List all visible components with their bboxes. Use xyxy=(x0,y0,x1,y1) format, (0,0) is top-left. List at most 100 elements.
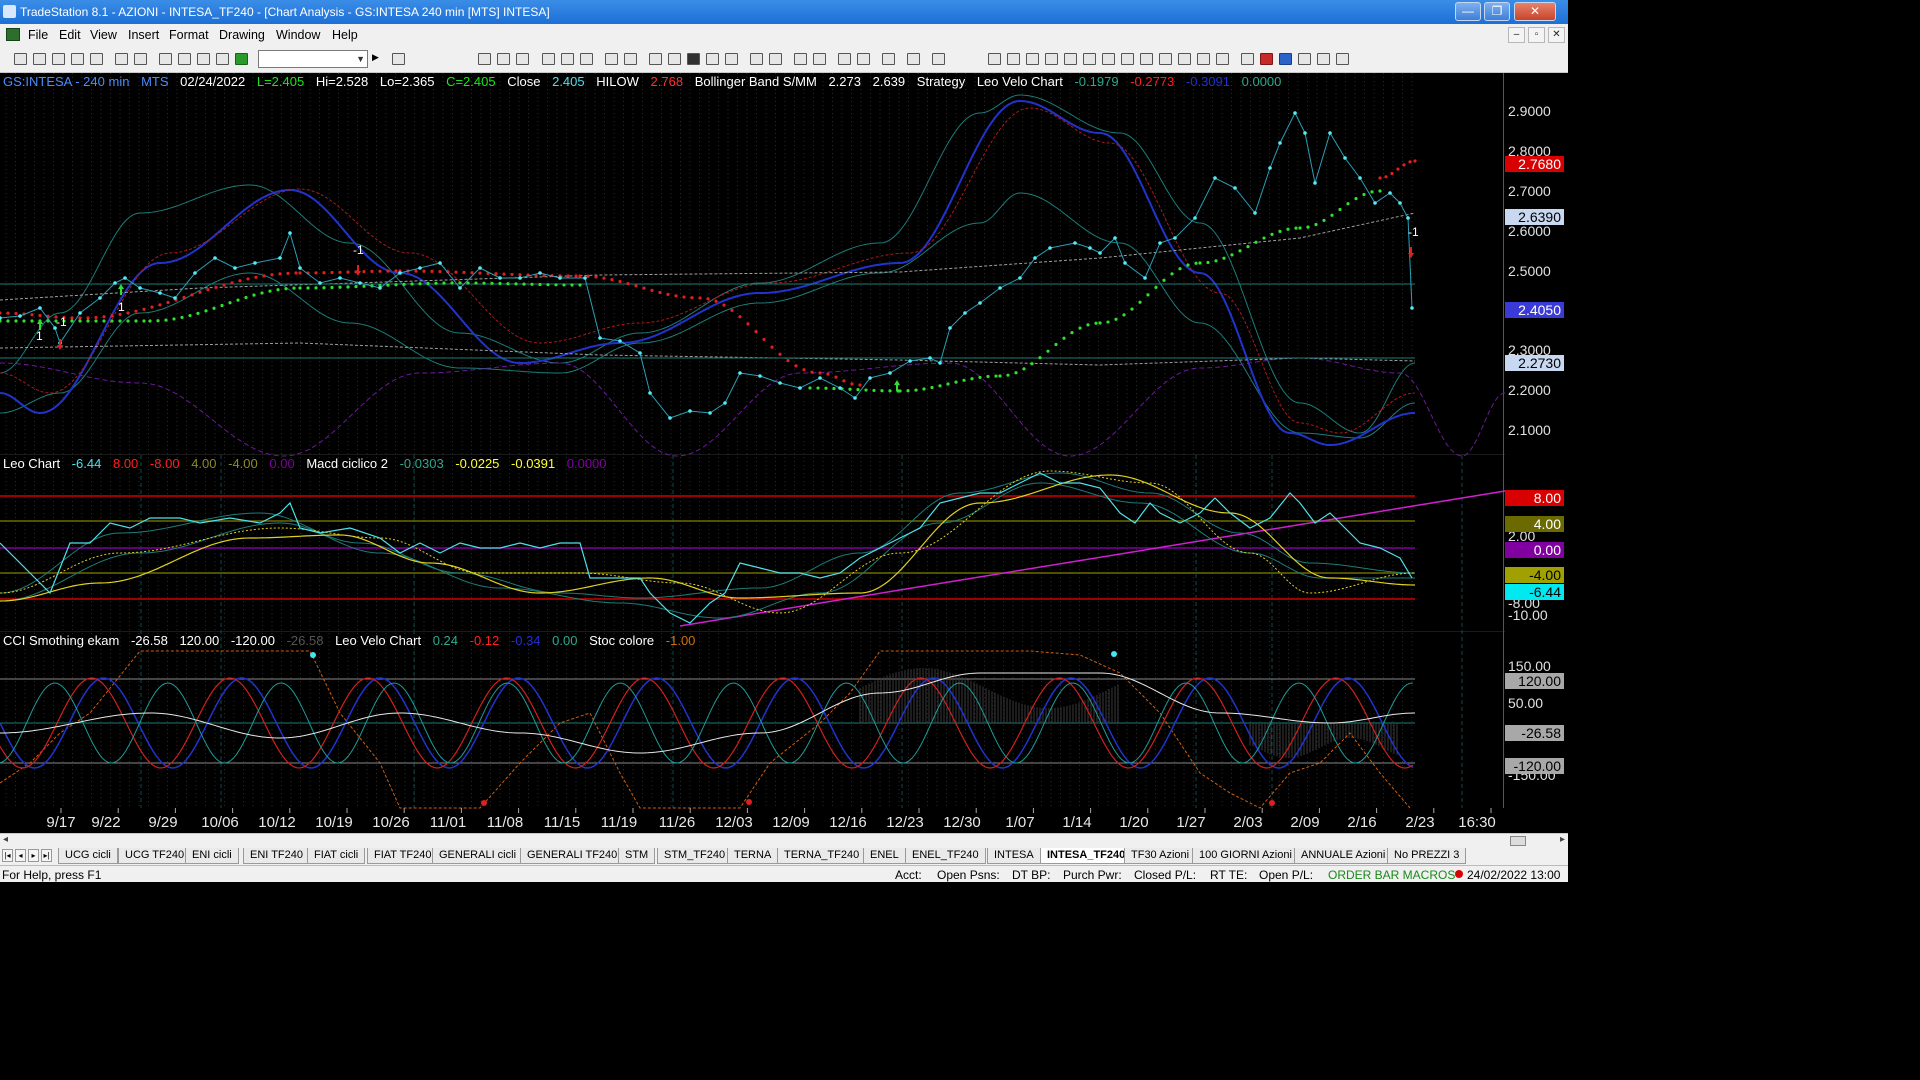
minimize-button[interactable]: — xyxy=(1455,2,1481,21)
print-preview-icon[interactable] xyxy=(115,53,128,65)
tab-enel-tf240[interactable]: ENEL_TF240 xyxy=(905,848,986,864)
chart-bar-icon[interactable] xyxy=(478,53,491,65)
scroll-right-icon[interactable]: ▸ xyxy=(1560,834,1565,845)
vertical-line-icon[interactable] xyxy=(1007,53,1020,65)
tab-stm[interactable]: STM xyxy=(618,848,656,864)
data-tip-icon[interactable] xyxy=(857,53,870,65)
chart-doc-icon[interactable] xyxy=(6,28,20,41)
save-all-icon[interactable] xyxy=(52,53,65,65)
tab-intesa[interactable]: INTESA xyxy=(987,848,1041,864)
gann-icon[interactable] xyxy=(1083,53,1096,65)
tab-next-icon[interactable]: ▸ xyxy=(28,849,39,862)
mdi-minimize-button[interactable]: – xyxy=(1508,27,1525,43)
link-icon[interactable] xyxy=(392,53,405,65)
rectangle-icon[interactable] xyxy=(1317,53,1330,65)
indicator-icon[interactable] xyxy=(649,53,662,65)
open-icon[interactable] xyxy=(33,53,46,65)
freehand-icon[interactable] xyxy=(1216,53,1229,65)
mdi-close-button[interactable]: ✕ xyxy=(1548,27,1565,43)
tab-generali-tf240[interactable]: GENERALI TF240 xyxy=(520,848,625,864)
menu-format[interactable]: Format xyxy=(169,28,209,42)
pointer-icon[interactable] xyxy=(838,53,851,65)
scroll-left-icon[interactable]: ◂ xyxy=(3,834,8,845)
copy-icon[interactable] xyxy=(71,53,84,65)
note-icon[interactable] xyxy=(216,53,229,65)
trendline-icon[interactable] xyxy=(988,53,1001,65)
tab-annuale-azioni[interactable]: ANNUALE Azioni xyxy=(1294,848,1393,864)
horizontal-line-icon[interactable] xyxy=(1026,53,1039,65)
folder-icon[interactable] xyxy=(90,53,103,65)
curve-icon[interactable] xyxy=(1241,53,1254,65)
scroll-thumb[interactable] xyxy=(1510,836,1526,846)
bars-icon[interactable] xyxy=(687,53,700,65)
zoom-h-icon[interactable] xyxy=(750,53,763,65)
tab-eni-cicli[interactable]: ENI cicli xyxy=(185,848,239,864)
arrow-up-icon[interactable] xyxy=(1279,53,1292,65)
tab-terna-tf240[interactable]: TERNA_TF240 xyxy=(777,848,867,864)
chart-canvas[interactable] xyxy=(0,73,1568,833)
tab-stm-tf240[interactable]: STM_TF240 xyxy=(657,848,733,864)
tab-terna[interactable]: TERNA xyxy=(727,848,779,864)
tab-tf30-azioni[interactable]: TF30 Azioni xyxy=(1124,848,1197,864)
channel-icon[interactable] xyxy=(1045,53,1058,65)
scan-icon[interactable] xyxy=(542,53,555,65)
chart-analysis-area[interactable]: GS:INTESA - 240 min MTS 02/24/2022 L=2.4… xyxy=(0,73,1568,833)
camera-icon[interactable] xyxy=(235,53,248,65)
signal-icon[interactable] xyxy=(668,53,681,65)
tab-eni-tf240[interactable]: ENI TF240 xyxy=(243,848,310,864)
tab-generali-cicli[interactable]: GENERALI cicli xyxy=(432,848,524,864)
new-icon[interactable] xyxy=(14,53,27,65)
layout-icon[interactable] xyxy=(159,53,172,65)
tab-ucg-cicli[interactable]: UCG cicli xyxy=(58,848,118,864)
radar-icon[interactable] xyxy=(624,53,637,65)
arrow-down-icon[interactable] xyxy=(1260,53,1273,65)
menu-edit[interactable]: Edit xyxy=(59,28,81,42)
tab-last-icon[interactable]: ▸| xyxy=(41,849,52,862)
chart-window-icon[interactable] xyxy=(516,53,529,65)
close-button[interactable]: ✕ xyxy=(1514,2,1556,21)
speed-lines-icon[interactable] xyxy=(1102,53,1115,65)
tab-no-prezzi-3[interactable]: No PREZZI 3 xyxy=(1387,848,1467,864)
tab-100-giorni-azioni[interactable]: 100 GIORNI Azioni xyxy=(1192,848,1299,864)
tab-fiat-cicli[interactable]: FIAT cicli xyxy=(307,848,366,864)
menu-insert[interactable]: Insert xyxy=(128,28,159,42)
print-icon[interactable] xyxy=(134,53,147,65)
menu-help[interactable]: Help xyxy=(332,28,358,42)
andrews-icon[interactable] xyxy=(1121,53,1134,65)
tab-prev-icon[interactable]: ◂ xyxy=(15,849,26,862)
menu-drawing[interactable]: Drawing xyxy=(219,28,265,42)
candle-icon[interactable] xyxy=(725,53,738,65)
symbol-combo[interactable]: ▼ xyxy=(258,50,368,68)
text-icon[interactable] xyxy=(1336,53,1349,65)
hotlist-icon[interactable] xyxy=(605,53,618,65)
play-icon[interactable]: ▶ xyxy=(372,52,379,63)
tracking-icon[interactable] xyxy=(907,53,920,65)
mdi-restore-button[interactable]: ▫ xyxy=(1528,27,1545,43)
maximize-button[interactable]: ❐ xyxy=(1484,2,1510,21)
tab-ucg-tf240[interactable]: UCG TF240 xyxy=(118,848,192,864)
window-icon[interactable] xyxy=(178,53,191,65)
blank-tool-icon[interactable] xyxy=(932,53,945,65)
bar-type-icon[interactable] xyxy=(706,53,719,65)
refresh-icon[interactable] xyxy=(580,53,593,65)
circle-icon[interactable] xyxy=(1298,53,1311,65)
fibonacci-icon[interactable] xyxy=(1064,53,1077,65)
pitchfork-icon[interactable] xyxy=(1140,53,1153,65)
zoom-v-icon[interactable] xyxy=(769,53,782,65)
options-icon[interactable] xyxy=(561,53,574,65)
tab-fiat-tf240[interactable]: FIAT TF240 xyxy=(367,848,439,864)
chart-scrollbar[interactable]: ◂ ▸ xyxy=(0,833,1568,847)
menu-file[interactable]: File xyxy=(28,28,48,42)
tab-intesa-tf240[interactable]: INTESA_TF240 xyxy=(1040,848,1133,864)
zoom-out-icon[interactable] xyxy=(813,53,826,65)
tools-icon[interactable] xyxy=(882,53,895,65)
menu-view[interactable]: View xyxy=(90,28,117,42)
ellipse-tool-icon[interactable] xyxy=(1178,53,1191,65)
lock-icon[interactable] xyxy=(197,53,210,65)
menu-window[interactable]: Window xyxy=(276,28,320,42)
regression-icon[interactable] xyxy=(1159,53,1172,65)
tab-enel[interactable]: ENEL xyxy=(863,848,906,864)
order-bar-macros[interactable]: ORDER BAR MACROS xyxy=(1328,868,1455,882)
tab-first-icon[interactable]: |◂ xyxy=(2,849,13,862)
zoom-in-icon[interactable] xyxy=(794,53,807,65)
